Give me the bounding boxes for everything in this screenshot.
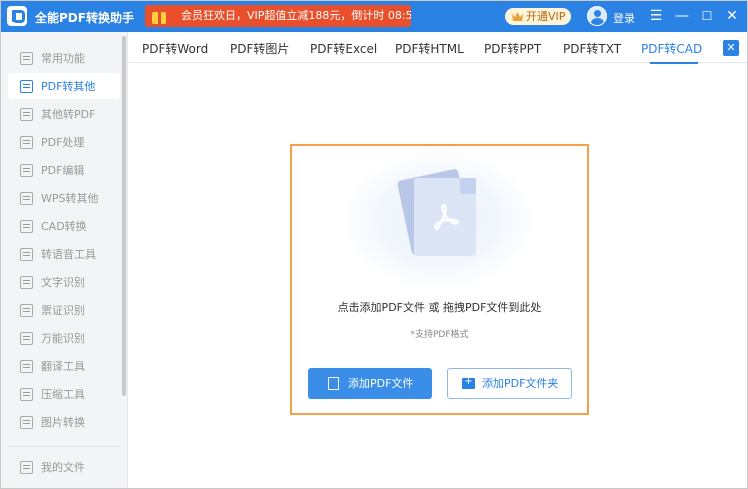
sidebar-item-label: PDF编辑 — [41, 164, 85, 177]
sidebar-divider — [8, 446, 120, 447]
sidebar-item-cad[interactable]: CAD转换 — [8, 213, 120, 239]
drop-instruction: 点击添加PDF文件 或 拖拽PDF文件到此处 — [337, 301, 542, 314]
file-drop-zone[interactable]: 点击添加PDF文件 或 拖拽PDF文件到此处 *支持PDF格式 添加PDF文件 … — [290, 144, 589, 415]
add-pdf-folder-button[interactable]: 添加PDF文件夹 — [447, 368, 572, 399]
sidebar-item-other-to-pdf[interactable]: 其他转PDF — [8, 101, 120, 127]
sidebar-item-image[interactable]: 图片转换 — [8, 409, 120, 435]
sidebar-item-label: 万能识别 — [41, 332, 85, 345]
avatar[interactable] — [587, 6, 607, 26]
crown-icon — [512, 12, 523, 21]
pdf-process-icon — [20, 135, 33, 149]
wps-icon — [20, 191, 33, 205]
sidebar-item-my-files[interactable]: 我的文件 — [8, 454, 120, 480]
sidebar-item-label: 压缩工具 — [41, 388, 85, 401]
promo-banner[interactable]: 会员狂欢日，VIP超值立减188元，倒计时 08:59:55 — [145, 5, 411, 27]
add-file-label: 添加PDF文件 — [348, 377, 414, 390]
active-tab-indicator — [650, 62, 698, 64]
tab-pdf-to-ppt[interactable]: PDF转PPT — [484, 40, 541, 57]
ocr-icon — [20, 275, 33, 289]
maximize-icon[interactable]: ☐ — [698, 7, 716, 25]
sidebar-item-label: 转语音工具 — [41, 248, 96, 261]
sidebar-item-label: PDF处理 — [41, 136, 85, 149]
sidebar-item-ocr[interactable]: 文字识别 — [8, 269, 120, 295]
menu-icon[interactable]: ☰ — [647, 7, 665, 25]
close-icon[interactable]: ✕ — [723, 7, 741, 25]
sidebar: 常用功能 PDF转其他 其他转PDF PDF处理 PDF编辑 WPS转其他 CA… — [1, 32, 128, 488]
tab-pdf-to-excel[interactable]: PDF转Excel — [310, 40, 377, 57]
document-fold — [460, 178, 476, 194]
sidebar-item-label: 票证识别 — [41, 304, 85, 317]
add-pdf-file-button[interactable]: 添加PDF文件 — [308, 368, 432, 399]
pdf-edit-icon — [20, 163, 33, 177]
sidebar-item-pdf-process[interactable]: PDF处理 — [8, 129, 120, 155]
gift-icon — [148, 6, 176, 26]
folder-plus-icon — [462, 375, 475, 389]
app-logo-icon — [7, 6, 27, 26]
sidebar-item-common[interactable]: 常用功能 — [8, 45, 120, 71]
tab-pdf-to-cad[interactable]: PDF转CAD — [641, 40, 702, 57]
sidebar-item-label: 文字识别 — [41, 276, 85, 289]
ticket-icon — [20, 303, 33, 317]
cad-icon — [20, 219, 33, 233]
pdf-convert-icon — [20, 79, 33, 93]
compress-icon — [20, 387, 33, 401]
minimize-icon[interactable]: — — [673, 7, 691, 25]
sidebar-item-label: WPS转其他 — [41, 192, 99, 205]
translate-icon — [20, 359, 33, 373]
sidebar-item-label: 图片转换 — [41, 416, 85, 429]
sidebar-item-scan[interactable]: 万能识别 — [8, 325, 120, 351]
tab-close-icon[interactable]: ✕ — [723, 40, 739, 56]
sidebar-item-pdf-edit[interactable]: PDF编辑 — [8, 157, 120, 183]
sidebar-item-ticket[interactable]: 票证识别 — [8, 297, 120, 323]
star-icon — [20, 51, 33, 65]
app-window: 全能PDF转换助手 会员狂欢日，VIP超值立减188元，倒计时 08:59:55… — [0, 0, 748, 489]
sidebar-item-label: CAD转换 — [41, 220, 87, 233]
sidebar-item-label: 我的文件 — [41, 461, 85, 474]
folder-icon — [20, 460, 33, 474]
tab-pdf-to-html[interactable]: PDF转HTML — [395, 40, 464, 57]
promo-text: 会员狂欢日，VIP超值立减188元，倒计时 08:59:55 — [181, 9, 411, 22]
tab-bar: PDF转Word PDF转图片 PDF转Excel PDF转HTML PDF转P… — [129, 32, 747, 63]
image-icon — [20, 415, 33, 429]
vip-label: 开通VIP — [526, 10, 566, 23]
app-title: 全能PDF转换助手 — [35, 11, 134, 25]
sidebar-item-label: 翻译工具 — [41, 360, 85, 373]
sidebar-item-wps[interactable]: WPS转其他 — [8, 185, 120, 211]
tab-pdf-to-image[interactable]: PDF转图片 — [230, 40, 289, 57]
title-bar: 全能PDF转换助手 会员狂欢日，VIP超值立减188元，倒计时 08:59:55… — [1, 1, 747, 32]
scan-icon — [20, 331, 33, 345]
to-pdf-icon — [20, 107, 33, 121]
sidebar-item-voice[interactable]: 转语音工具 — [8, 241, 120, 267]
login-link[interactable]: 登录 — [613, 10, 635, 26]
sidebar-item-compress[interactable]: 压缩工具 — [8, 381, 120, 407]
sidebar-item-pdf-to-other[interactable]: PDF转其他 — [8, 73, 120, 99]
add-folder-label: 添加PDF文件夹 — [482, 377, 559, 390]
sidebar-item-translate[interactable]: 翻译工具 — [8, 353, 120, 379]
tab-pdf-to-txt[interactable]: PDF转TXT — [563, 40, 621, 57]
sidebar-item-label: 常用功能 — [41, 52, 85, 65]
voice-icon — [20, 247, 33, 261]
tab-pdf-to-word[interactable]: PDF转Word — [142, 40, 208, 57]
sidebar-item-label: PDF转其他 — [41, 80, 96, 93]
pdf-icon — [434, 204, 459, 231]
pdf-file-icon — [328, 377, 339, 390]
vip-button[interactable]: 开通VIP — [505, 8, 571, 25]
sidebar-item-label: 其他转PDF — [41, 108, 96, 121]
sidebar-scrollbar[interactable] — [122, 36, 126, 396]
format-note: *支持PDF格式 — [410, 330, 469, 340]
